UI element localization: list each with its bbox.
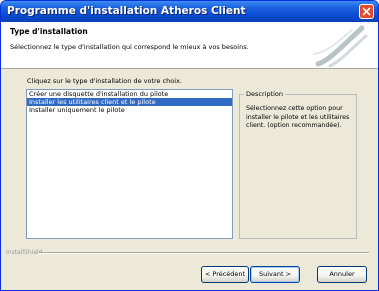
list-item-install-utilities-and-driver[interactable]: Installer les utilitaires client et le p… [27, 98, 232, 106]
page-subtitle: Sélectionnez le type d'installation qui … [10, 43, 249, 51]
page-title: Type d'installation [10, 27, 88, 36]
next-button[interactable]: Suivant > [250, 266, 300, 283]
back-button[interactable]: < Précédent [201, 266, 249, 283]
installshield-brand: InstallShield [6, 249, 43, 256]
header-panel: Type d'installation Sélectionnez le type… [1, 22, 378, 69]
list-item-create-floppy[interactable]: Créer une disquette d'installation du pi… [27, 90, 232, 98]
footer-divider [39, 252, 369, 254]
close-button[interactable] [359, 4, 374, 19]
cancel-button[interactable]: Annuler [317, 266, 367, 283]
installer-swirl-icon [313, 25, 368, 68]
title-bar[interactable]: Programme d'installation Atheros Client [1, 1, 378, 22]
description-text: Sélectionnez cette option pour installer… [246, 105, 350, 129]
instruction-text: Cliquez sur le type d'installation de vo… [27, 77, 182, 85]
close-icon [362, 7, 371, 16]
description-legend: Description [244, 90, 286, 98]
window-title: Programme d'installation Atheros Client [7, 5, 246, 17]
list-item-install-driver-only[interactable]: Installer uniquement le pilote [27, 106, 232, 114]
install-type-list[interactable]: Créer une disquette d'installation du pi… [26, 89, 233, 239]
installer-window: Programme d'installation Atheros Client … [0, 0, 379, 291]
description-group: Description Sélectionnez cette option po… [239, 90, 357, 239]
